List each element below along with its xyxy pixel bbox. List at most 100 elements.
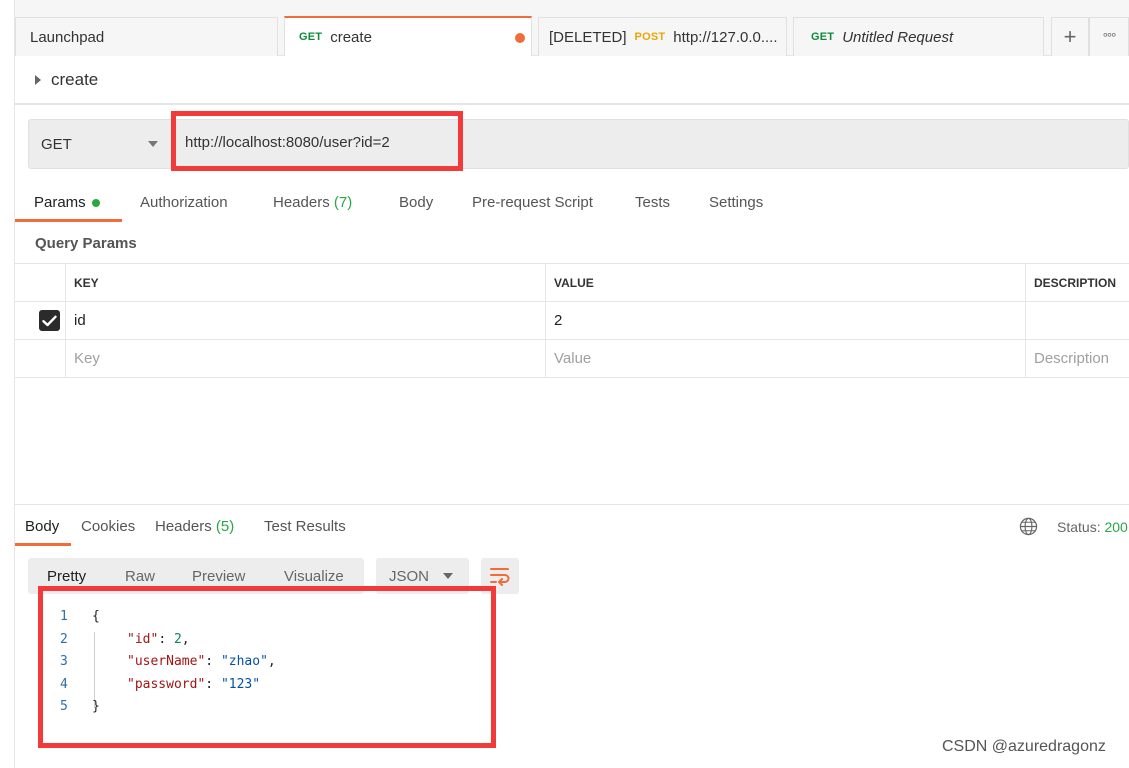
query-params-label: Query Params <box>35 235 137 252</box>
request-title[interactable]: create <box>51 70 98 90</box>
tab-headers[interactable]: Headers (7) <box>273 194 352 211</box>
column-value: VALUE <box>545 264 1026 301</box>
format-visualize[interactable]: Visualize <box>284 568 344 585</box>
status-code: 200 <box>1104 519 1128 535</box>
code-line: 3 "userName": "zhao", <box>40 651 490 674</box>
tab-params[interactable]: Params <box>34 194 100 211</box>
tab-label: Untitled Request <box>842 28 954 46</box>
tab-get-create[interactable]: GET create <box>284 16 532 56</box>
tab-tests[interactable]: Tests <box>635 194 670 211</box>
language-value: JSON <box>389 567 430 585</box>
json-value: 2 <box>173 631 182 647</box>
json-key: "password" <box>127 676 206 692</box>
response-tab-body[interactable]: Body <box>25 518 59 535</box>
sidebar-edge <box>0 0 15 768</box>
tab-body[interactable]: Body <box>399 194 433 211</box>
tab-launchpad[interactable]: Launchpad <box>15 17 278 56</box>
wrap-icon <box>490 568 510 586</box>
method-select[interactable]: GET <box>29 120 173 168</box>
globe-icon[interactable] <box>1019 517 1038 536</box>
tab-label: create <box>330 28 372 46</box>
param-value-cell[interactable]: 2 <box>545 302 1026 339</box>
json-sep: : <box>158 631 174 647</box>
json-key: "userName" <box>127 654 206 669</box>
column-description: DESCRIPTION <box>1025 264 1129 301</box>
url-input[interactable]: http://localhost:8080/user?id=2 <box>185 134 390 151</box>
tab-label: Launchpad <box>30 28 105 46</box>
request-config-tabs: Params Authorization Headers (7) Body Pr… <box>15 184 1129 222</box>
query-params-table: KEY VALUE DESCRIPTION id 2 Key Value Des… <box>15 263 1129 378</box>
active-dot <box>91 199 100 208</box>
tab-untitled-request[interactable]: GET Untitled Request <box>793 17 1044 56</box>
code-text: { <box>92 609 100 624</box>
response-header: Body Cookies Headers (5) Test Results St… <box>15 504 1129 546</box>
format-pretty[interactable]: Pretty <box>47 568 86 585</box>
response-headers-count: (5) <box>215 518 235 535</box>
active-response-tab-underline <box>15 543 71 546</box>
method-tag: GET <box>299 31 323 43</box>
method-value: GET <box>41 135 72 153</box>
json-key: "id" <box>127 631 159 647</box>
wrap-lines-button[interactable] <box>481 558 519 594</box>
line-number: 1 <box>60 609 68 624</box>
deleted-label: [DELETED] <box>549 28 627 46</box>
format-preview[interactable]: Preview <box>192 568 245 585</box>
tab-settings[interactable]: Settings <box>709 194 763 211</box>
code-text: } <box>92 699 100 714</box>
language-select[interactable]: JSON <box>376 558 469 594</box>
request-name-header: create <box>15 57 1129 105</box>
active-tab-underline <box>15 219 122 222</box>
url-bar: GET http://localhost:8080/user?id=2 <box>28 119 1129 169</box>
headers-count: (7) <box>333 194 353 211</box>
tab-params-label: Params <box>34 194 86 211</box>
chevron-down-icon <box>148 141 158 147</box>
more-tabs-button[interactable]: °°° <box>1089 17 1129 56</box>
tab-headers-label: Headers <box>273 194 330 211</box>
response-format-group: Pretty Raw Preview Visualize <box>28 558 364 594</box>
param-checkbox[interactable] <box>39 310 60 331</box>
code-text: "userName": "zhao", <box>127 651 276 674</box>
param-description-cell[interactable] <box>1025 302 1129 339</box>
plus-icon: + <box>1063 24 1077 49</box>
new-value-input[interactable]: Value <box>545 340 1026 377</box>
code-text: "password": "123" <box>127 674 260 697</box>
response-tab-test-results[interactable]: Test Results <box>264 518 346 535</box>
response-body-code: 1 { 2 "id": 2, 3 "userName": "zhao", 4 "… <box>40 606 490 719</box>
new-tab-button[interactable]: + <box>1051 17 1089 56</box>
param-key-cell[interactable]: id <box>65 302 546 339</box>
status-label: Status: <box>1057 519 1101 535</box>
tab-label: http://127.0.0.... <box>673 28 778 46</box>
tab-authorization[interactable]: Authorization <box>140 194 228 211</box>
code-line: 5 } <box>40 696 490 719</box>
chevron-down-icon <box>443 573 453 579</box>
code-line: 2 "id": 2, <box>40 629 490 652</box>
new-description-input[interactable]: Description <box>1025 340 1129 377</box>
response-headers-label: Headers <box>155 518 212 535</box>
code-line: 4 "password": "123" <box>40 674 490 697</box>
caret-right-icon[interactable] <box>35 75 41 85</box>
table-row-new: Key Value Description <box>15 340 1129 378</box>
method-tag: GET <box>811 31 835 43</box>
table-header-row: KEY VALUE DESCRIPTION <box>15 264 1129 302</box>
response-tab-headers[interactable]: Headers (5) <box>155 518 234 535</box>
json-end: , <box>267 654 276 669</box>
code-text: "id": 2, <box>127 629 190 652</box>
response-status: Status: 200 <box>1057 519 1128 535</box>
json-end: , <box>181 631 190 647</box>
json-value: "123" <box>220 676 261 692</box>
json-sep: : <box>205 676 221 692</box>
checkmark-icon <box>42 315 57 326</box>
format-raw[interactable]: Raw <box>125 568 155 585</box>
json-sep: : <box>205 654 221 669</box>
unsaved-indicator <box>515 33 525 43</box>
more-icon: °°° <box>1102 29 1117 45</box>
table-row: id 2 <box>15 302 1129 340</box>
line-number: 4 <box>60 676 68 692</box>
watermark: CSDN @azuredragonz <box>942 738 1106 755</box>
tab-deleted-post[interactable]: [DELETED] POST http://127.0.0.... <box>538 17 787 56</box>
line-number: 2 <box>60 631 68 647</box>
new-key-input[interactable]: Key <box>65 340 546 377</box>
response-tab-cookies[interactable]: Cookies <box>81 518 135 535</box>
column-key: KEY <box>65 264 546 301</box>
tab-prerequest-script[interactable]: Pre-request Script <box>472 194 593 211</box>
